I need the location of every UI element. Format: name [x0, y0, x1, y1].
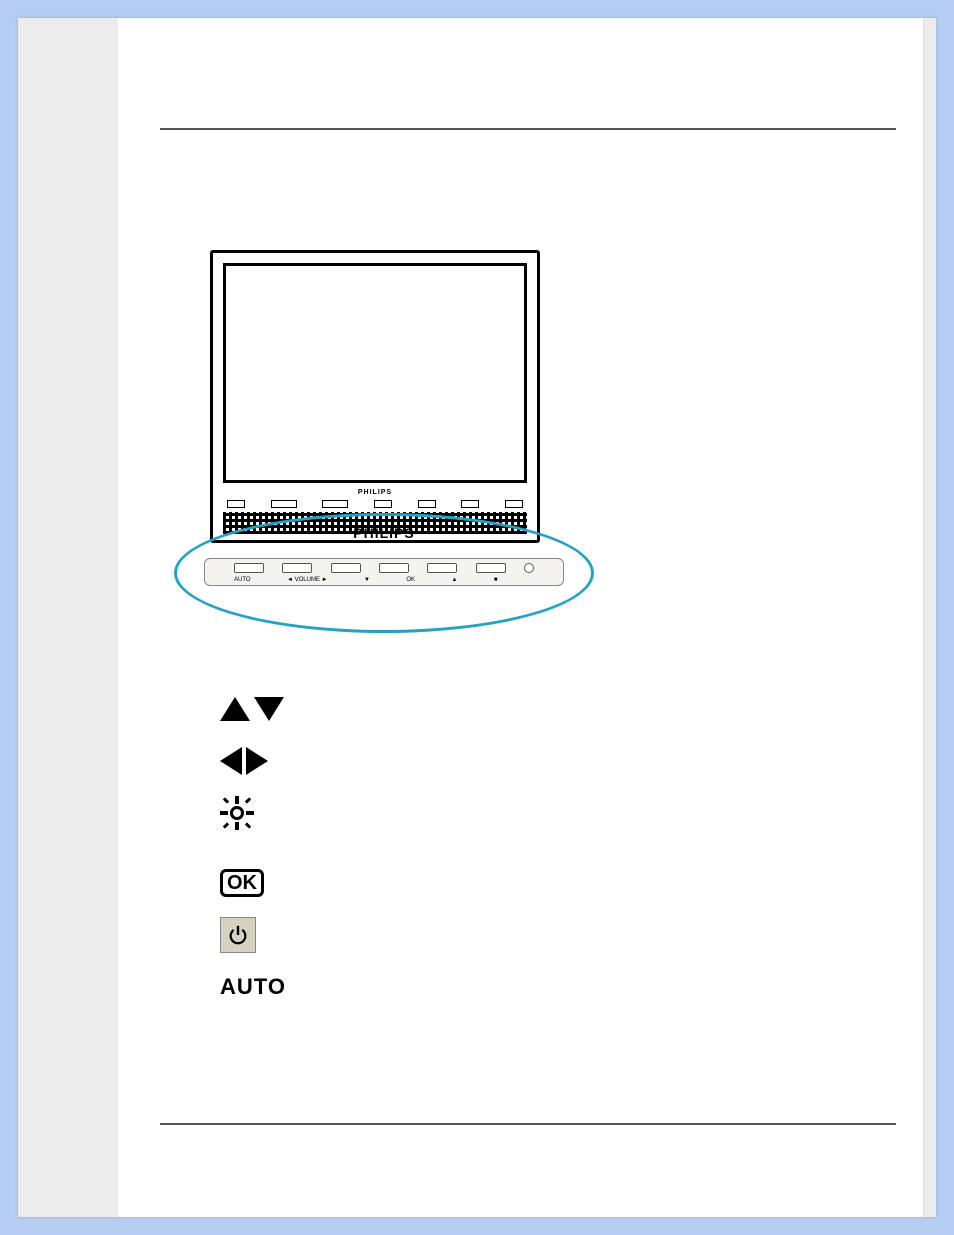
legend-row-brightness — [220, 787, 896, 839]
legend-row-power — [220, 909, 896, 961]
screen-brand-small: PHILIPS — [223, 489, 527, 496]
up-down-icon — [220, 697, 284, 721]
auto-label: AUTO — [220, 974, 286, 1000]
bottom-rule — [160, 1123, 896, 1125]
screen-front-buttons — [223, 500, 527, 508]
front-button — [227, 500, 245, 508]
legend-row-leftright — [220, 735, 896, 787]
monitor-body: PHILIPS — [210, 250, 540, 543]
front-button — [461, 500, 479, 508]
front-button — [271, 500, 297, 508]
power-icon — [220, 917, 256, 953]
brightness-icon — [220, 796, 254, 830]
ok-icon: OK — [220, 869, 264, 897]
left-right-icon — [220, 747, 268, 775]
monitor-illustration: PHILIPS — [210, 250, 550, 543]
callout-ellipse — [174, 513, 594, 633]
right-gutter — [923, 18, 936, 1217]
front-button — [374, 500, 392, 508]
left-gutter — [18, 18, 120, 1217]
legend-row-ok: OK — [220, 857, 896, 909]
front-button — [505, 500, 523, 508]
base-callout: PHILIPS AUTO ◄ VOLUME ► ▼ OK — [174, 513, 594, 633]
legend-row-auto: AUTO — [220, 961, 896, 1013]
monitor-screen — [223, 263, 527, 483]
legend-row-updown — [220, 683, 896, 735]
page-frame: PHILIPS — [0, 0, 954, 1235]
page: PHILIPS — [18, 18, 936, 1217]
content-column: PHILIPS — [120, 18, 936, 1217]
front-button — [322, 500, 348, 508]
front-button — [418, 500, 436, 508]
button-legend: OK — [220, 683, 896, 1013]
